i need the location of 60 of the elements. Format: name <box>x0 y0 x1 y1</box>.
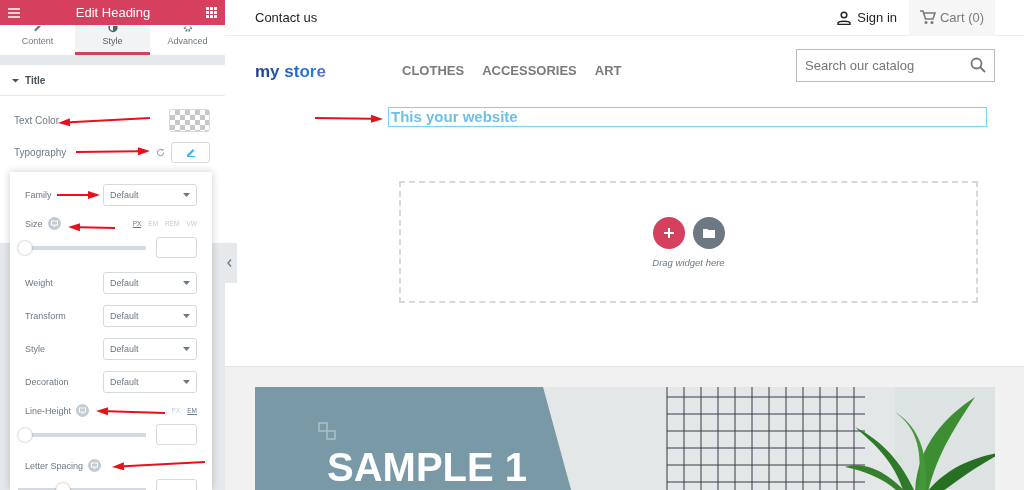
drop-hint: Drag widget here <box>652 256 725 268</box>
field-label: Decoration <box>25 376 69 387</box>
tab[interactable]: Style <box>75 25 150 55</box>
nav-link[interactable]: ACCESSORIES <box>482 63 577 78</box>
monitor-icon[interactable] <box>76 404 90 417</box>
caret-icon <box>183 346 190 351</box>
collapse-button[interactable] <box>222 243 237 283</box>
slider-thumb[interactable] <box>18 240 32 255</box>
menu-icon[interactable] <box>8 7 20 18</box>
dropdown[interactable]: Default <box>103 304 197 327</box>
nav-link[interactable]: ART <box>594 63 622 78</box>
chevron-left-icon <box>227 259 232 267</box>
field-label: Style <box>25 343 45 354</box>
caret-icon <box>183 379 190 384</box>
squares-icon <box>318 422 336 440</box>
dropdown[interactable]: Default <box>103 370 197 393</box>
section-header[interactable]: Title <box>0 65 225 96</box>
cart-link[interactable]: Cart (0) <box>909 0 995 36</box>
field-label: Size <box>25 218 43 229</box>
monitor-icon[interactable] <box>88 459 102 472</box>
search-icon[interactable] <box>970 56 986 73</box>
field-label: Typography <box>14 146 67 158</box>
plus-icon <box>663 227 674 238</box>
dropdown[interactable]: Default <box>103 271 197 294</box>
field-label: Text Color <box>14 114 59 126</box>
reset-icon[interactable] <box>156 147 165 157</box>
dropdown[interactable]: Default <box>103 337 197 360</box>
number-input[interactable] <box>156 237 197 258</box>
pencil-icon <box>185 147 196 157</box>
sign-in-link[interactable]: Sign in <box>837 10 897 25</box>
annotation-arrow <box>96 407 166 416</box>
caret-icon <box>183 192 190 197</box>
field-label: Letter Spacing <box>25 460 84 471</box>
annotation-arrow <box>56 191 100 199</box>
grid-icon[interactable] <box>206 7 217 18</box>
banner-title: SAMPLE 1 <box>327 445 528 490</box>
add-button[interactable] <box>652 216 685 249</box>
annotation-arrow <box>68 223 116 232</box>
number-input[interactable] <box>156 424 197 445</box>
slider-thumb[interactable] <box>18 427 32 442</box>
field-label: Line-Height <box>25 405 72 416</box>
folder-icon <box>702 227 715 238</box>
user-icon <box>837 10 852 25</box>
nav-link[interactable]: CLOTHES <box>402 63 465 78</box>
color-swatch[interactable] <box>169 108 210 132</box>
cart-icon <box>919 10 936 25</box>
monitor-icon[interactable] <box>47 217 61 230</box>
caret-icon <box>183 313 190 318</box>
dropdown[interactable]: Default <box>103 183 197 206</box>
annotation-arrow <box>314 114 383 123</box>
caret-icon <box>183 280 190 285</box>
gear-icon <box>181 26 194 33</box>
field-label: Weight <box>25 277 53 288</box>
field-label: Family <box>25 189 52 200</box>
template-button[interactable] <box>692 216 725 249</box>
edit-button[interactable] <box>171 141 210 163</box>
panel-title: Edit Heading <box>75 5 151 20</box>
search-field[interactable]: Search our catalog <box>796 48 995 82</box>
contact-link[interactable]: Contact us <box>255 10 318 25</box>
field-label: Transform <box>25 310 66 321</box>
